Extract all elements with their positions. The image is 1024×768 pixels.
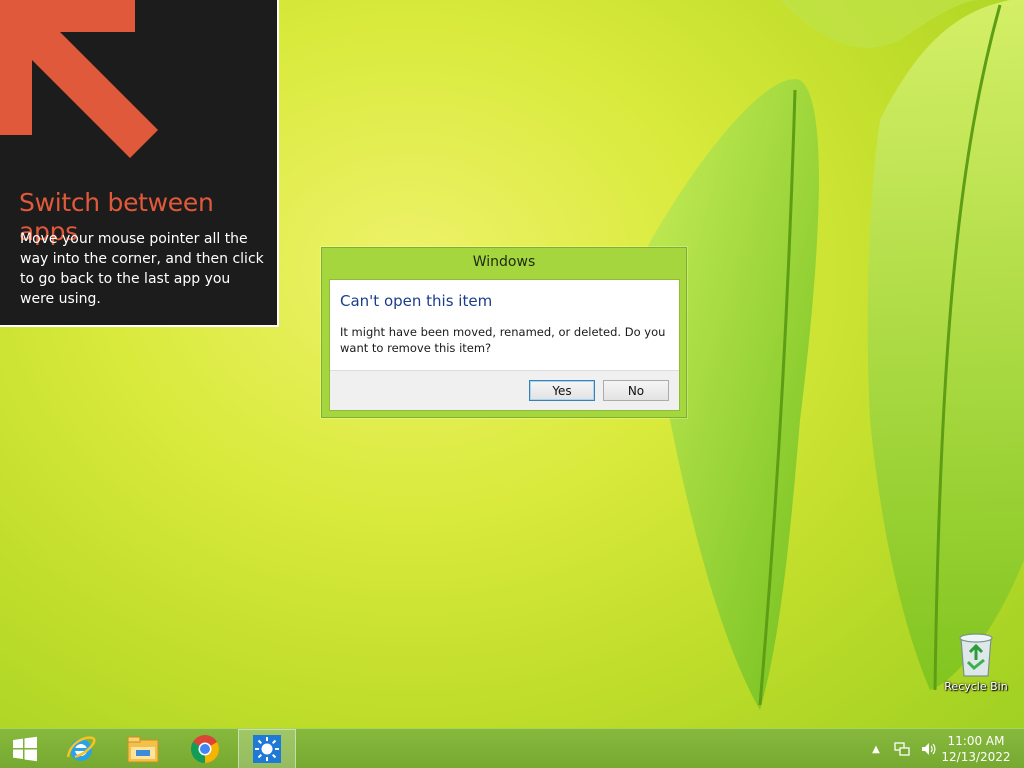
windows-logo-icon	[13, 736, 37, 762]
start-button[interactable]	[0, 729, 50, 768]
app-sun-icon	[253, 735, 281, 763]
clock-date: 12/13/2022	[941, 750, 1011, 764]
file-explorer-icon	[127, 736, 159, 763]
network-icon[interactable]	[894, 741, 910, 757]
internet-explorer-icon	[66, 736, 96, 761]
dialog-content: Can't open this item It might have been …	[329, 279, 680, 411]
dialog-heading: Can't open this item	[340, 292, 493, 310]
recycle-bin-shortcut[interactable]: Recycle Bin	[940, 630, 1012, 702]
chrome-icon	[191, 735, 219, 763]
show-hidden-icons-chevron-icon[interactable]: ▲	[868, 741, 884, 757]
clock-time: 11:00 AM	[947, 734, 1005, 748]
corner-arrow-icon	[0, 0, 158, 158]
no-button[interactable]: No	[603, 380, 669, 401]
switch-apps-tip-panel: Switch between apps Move your mouse poin…	[0, 0, 279, 327]
dialog-footer: Yes No	[330, 370, 679, 410]
error-dialog: Windows Can't open this item It might ha…	[321, 247, 687, 418]
tip-body: Move your mouse pointer all the way into…	[20, 231, 264, 307]
taskbar-file-explorer[interactable]	[114, 729, 172, 768]
taskbar-clock[interactable]: 11:00 AM 12/13/2022	[940, 733, 1012, 765]
taskbar-internet-explorer[interactable]	[52, 729, 110, 768]
taskbar: ▲ 11:00 AM 12/13/2022	[0, 728, 1024, 768]
yes-button[interactable]: Yes	[529, 380, 595, 401]
recycle-bin-label: Recycle Bin	[944, 680, 1008, 693]
dialog-message: It might have been moved, renamed, or de…	[340, 325, 666, 355]
recycle-bin-icon	[959, 633, 993, 677]
volume-icon[interactable]	[920, 741, 936, 757]
system-tray: ▲	[868, 729, 936, 768]
taskbar-active-app[interactable]	[238, 729, 296, 768]
taskbar-chrome[interactable]	[176, 729, 234, 768]
dialog-title: Windows	[472, 254, 536, 270]
